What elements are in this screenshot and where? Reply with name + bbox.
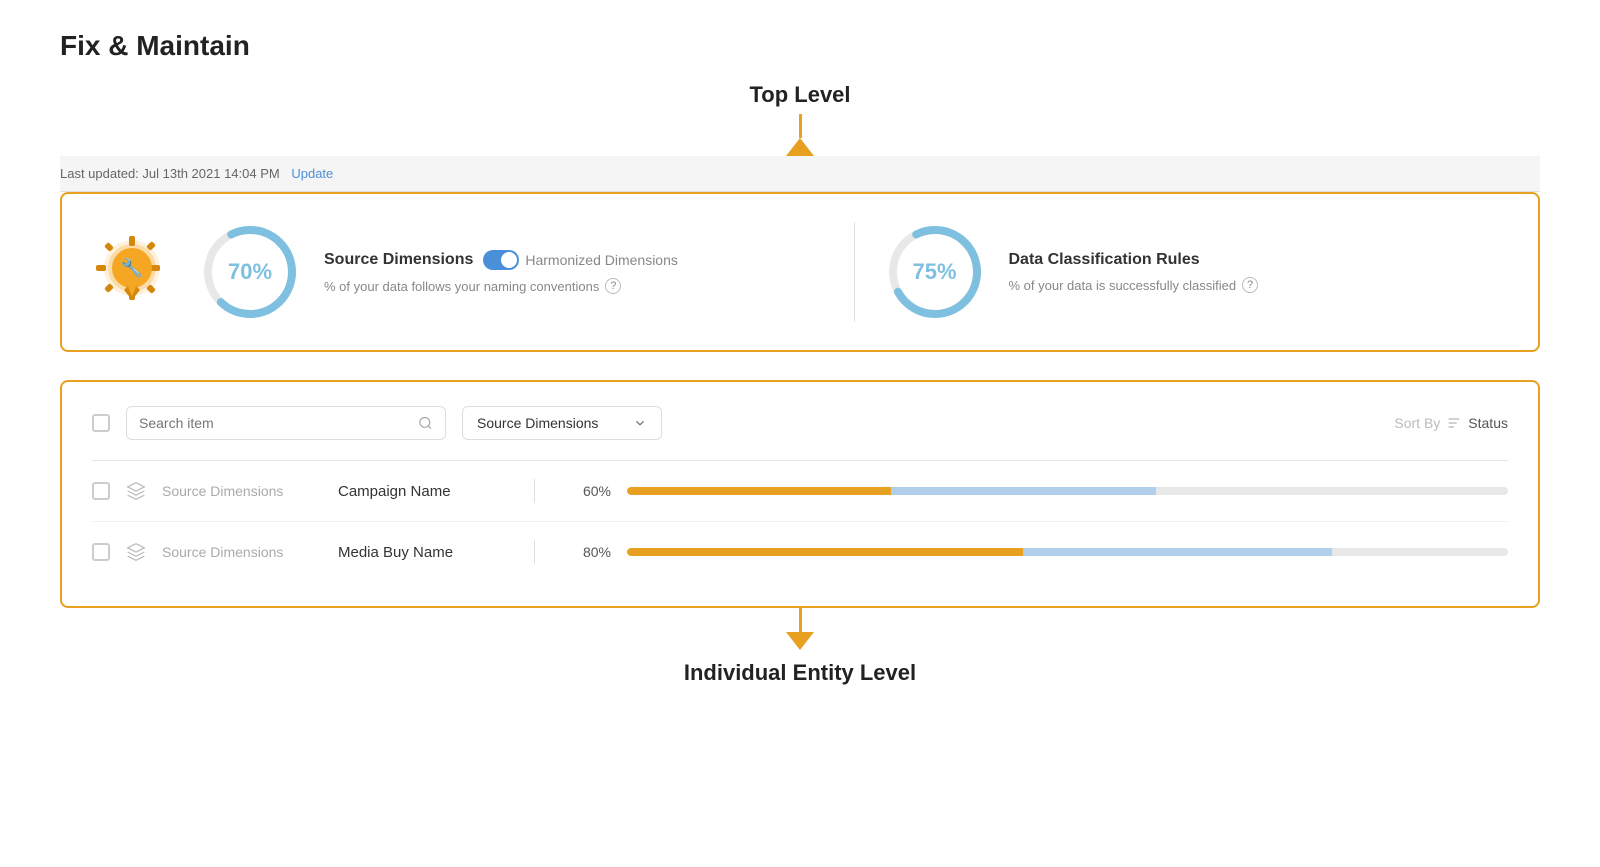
bottom-level-label: Individual Entity Level — [684, 660, 916, 686]
metric1-circle: 70% — [200, 222, 300, 322]
top-level-indicator: Top Level — [60, 82, 1540, 156]
row-percent-1: 80% — [551, 544, 611, 560]
progress-secondary-0 — [891, 487, 1155, 495]
table-row: Source Dimensions Media Buy Name 80% — [92, 522, 1508, 582]
sort-by-label: Sort By — [1394, 415, 1440, 431]
metric2-title: Data Classification Rules — [1009, 251, 1200, 269]
toggle-track[interactable] — [483, 250, 519, 270]
update-link[interactable]: Update — [291, 166, 333, 181]
metric1-info: Source Dimensions Harmonized Dimensions … — [324, 250, 678, 294]
metric2-block: 75% Data Classification Rules % of your … — [885, 222, 1509, 322]
dimension-dropdown[interactable]: Source Dimensions — [462, 406, 662, 440]
chevron-down-icon — [633, 416, 647, 430]
toggle-label: Harmonized Dimensions — [525, 252, 678, 268]
row-checkbox-0[interactable] — [92, 482, 110, 500]
progress-secondary-1 — [1023, 548, 1331, 556]
progress-filled-1 — [627, 548, 1023, 556]
table-row: Source Dimensions Campaign Name 60% — [92, 461, 1508, 522]
metric2-subtitle: % of your data is successfully classifie… — [1009, 277, 1259, 293]
svg-text:🔧: 🔧 — [121, 257, 143, 278]
search-input[interactable] — [139, 415, 410, 431]
progress-bar-1 — [627, 548, 1508, 556]
sort-icon — [1446, 415, 1462, 431]
metric2-percent: 75% — [912, 259, 956, 285]
search-box — [126, 406, 446, 440]
metric2-help-icon[interactable]: ? — [1242, 277, 1258, 293]
metric1-help-icon[interactable]: ? — [605, 278, 621, 294]
metric1-percent: 70% — [228, 259, 272, 285]
bottom-arrow-head — [786, 632, 814, 650]
section-spacer — [60, 352, 1540, 380]
metric1-block: 70% Source Dimensions Harmonized Dimensi… — [200, 222, 824, 322]
metric1-title-row: Source Dimensions Harmonized Dimensions — [324, 250, 678, 270]
toggle-thumb — [501, 252, 517, 268]
row-type-1: Source Dimensions — [162, 544, 322, 560]
dropdown-label: Source Dimensions — [477, 415, 598, 431]
row-divider-0 — [534, 479, 535, 503]
sort-by-control: Sort By Status — [1394, 415, 1508, 431]
bottom-table-section: Source Dimensions Sort By Status Source — [60, 380, 1540, 608]
top-metrics-section: 🔧 70% Source Dimensions Harmonized Dimen… — [60, 192, 1540, 352]
progress-filled-0 — [627, 487, 891, 495]
table-body: Source Dimensions Campaign Name 60% Sour… — [92, 461, 1508, 582]
status-bar: Last updated: Jul 13th 2021 14:04 PM Upd… — [60, 156, 1540, 192]
cube-icon-1 — [126, 542, 146, 562]
metric2-title-row: Data Classification Rules — [1009, 251, 1259, 269]
metric1-title: Source Dimensions — [324, 251, 473, 269]
badge-icon: 🔧 — [92, 232, 172, 312]
bottom-level-indicator: Individual Entity Level — [60, 608, 1540, 692]
top-level-label: Top Level — [749, 82, 850, 108]
row-percent-0: 60% — [551, 483, 611, 499]
select-all-checkbox[interactable] — [92, 414, 110, 432]
metric1-subtitle: % of your data follows your naming conve… — [324, 278, 678, 294]
row-checkbox-1[interactable] — [92, 543, 110, 561]
bottom-arrow-line — [799, 608, 802, 632]
top-arrow-head — [786, 138, 814, 156]
metric2-info: Data Classification Rules % of your data… — [1009, 251, 1259, 293]
search-icon — [418, 415, 433, 431]
row-name-1: Media Buy Name — [338, 544, 518, 561]
row-type-0: Source Dimensions — [162, 483, 322, 499]
row-divider-1 — [534, 540, 535, 564]
metric2-circle: 75% — [885, 222, 985, 322]
metric1-toggle[interactable]: Harmonized Dimensions — [483, 250, 678, 270]
top-arrow-line — [799, 114, 802, 138]
cube-icon-0 — [126, 481, 146, 501]
metrics-divider — [854, 222, 855, 322]
filter-row: Source Dimensions Sort By Status — [92, 406, 1508, 440]
last-updated-text: Last updated: Jul 13th 2021 14:04 PM — [60, 166, 280, 181]
page-title: Fix & Maintain — [60, 30, 1540, 62]
sort-status: Status — [1468, 415, 1508, 431]
progress-bar-0 — [627, 487, 1508, 495]
row-name-0: Campaign Name — [338, 483, 518, 500]
